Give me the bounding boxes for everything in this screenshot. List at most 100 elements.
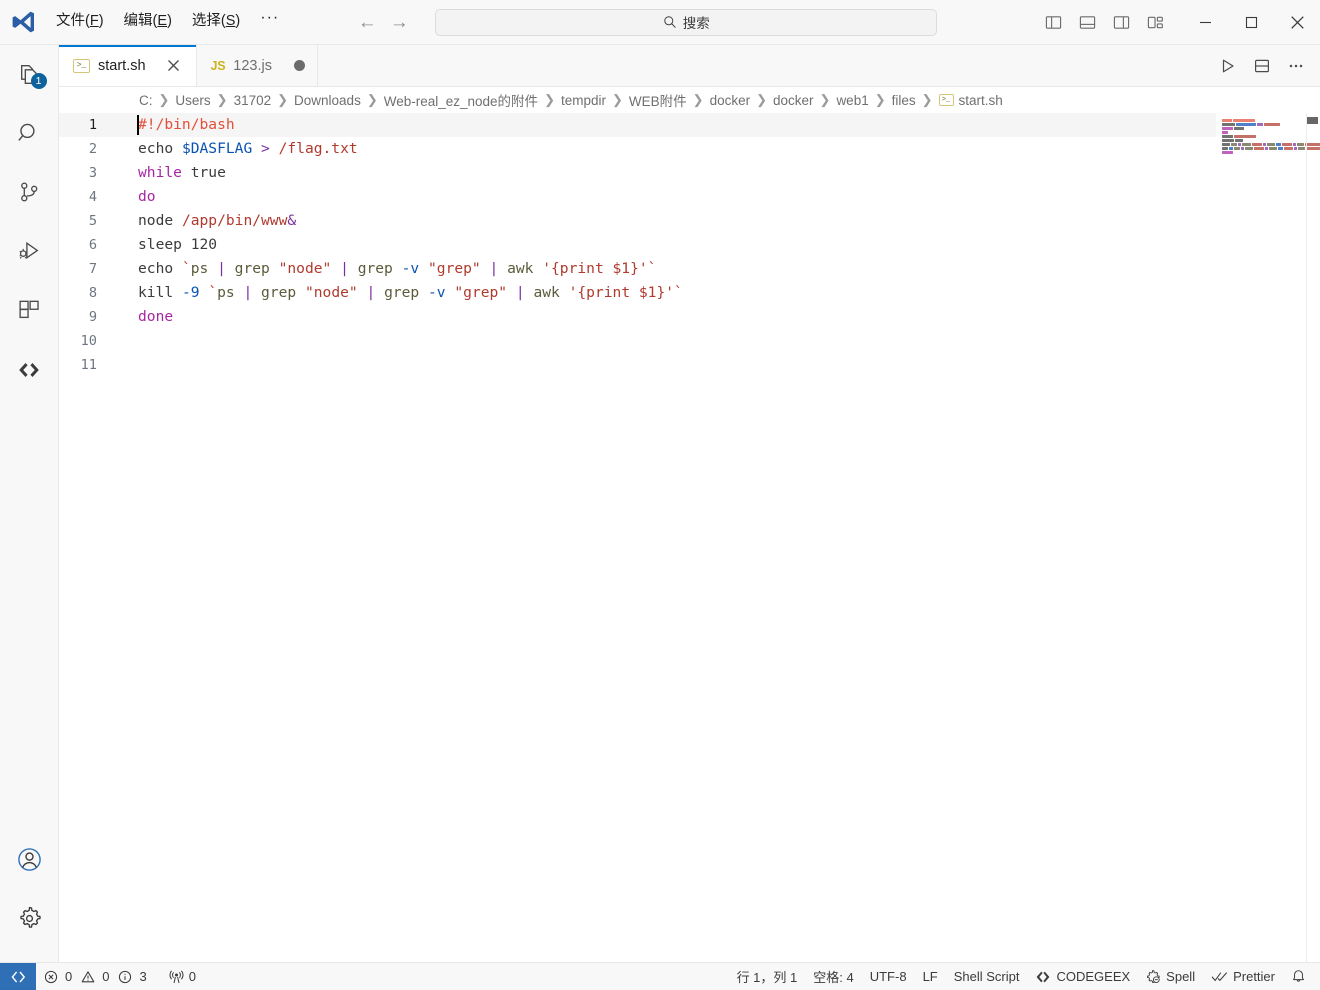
activity-explorer[interactable]: 1	[0, 45, 59, 104]
code-line[interactable]: 5 node /app/bin/www&	[59, 209, 1216, 233]
tab-123-js-dirty-indicator[interactable]	[293, 60, 305, 71]
breadcrumb-item[interactable]: docker	[772, 93, 815, 108]
minimap-token	[1297, 143, 1305, 146]
status-codegeex[interactable]: CODEGEEX	[1027, 963, 1138, 990]
toggle-primary-sidebar-icon[interactable]	[1036, 6, 1070, 39]
tab-start-sh-label: start.sh	[98, 57, 146, 74]
code-line[interactable]: 2 echo $DASFLAG > /flag.txt	[59, 137, 1216, 161]
code-line[interactable]: 3 while true	[59, 161, 1216, 185]
breadcrumb-item[interactable]: Users	[174, 93, 211, 108]
breadcrumb-item[interactable]: 31702	[233, 93, 273, 108]
remote-window-indicator[interactable]	[0, 963, 36, 990]
activity-search[interactable]	[0, 104, 59, 163]
code-token: -v	[428, 284, 446, 301]
editor-indentation[interactable]: 空格: 4	[805, 963, 861, 990]
breadcrumb-item[interactable]: files	[891, 93, 917, 108]
more-actions-button[interactable]	[1280, 50, 1312, 82]
code-token: sleep	[138, 236, 191, 253]
breadcrumb-item[interactable]: C:	[138, 93, 154, 108]
search-icon	[663, 15, 677, 29]
command-center-search[interactable]: 搜索	[435, 8, 938, 36]
activity-source-control[interactable]	[0, 163, 59, 222]
activity-extensions[interactable]	[0, 281, 59, 340]
code-token: /flag.txt	[278, 140, 358, 157]
menu-edit-mnemonic: E	[157, 13, 168, 30]
tab-start-sh[interactable]: >_ start.sh	[59, 45, 197, 86]
code-token: ps	[217, 284, 244, 301]
code-line[interactable]: 9 done	[59, 305, 1216, 329]
code-token: |	[357, 284, 385, 301]
tab-start-sh-close-icon[interactable]	[164, 56, 184, 76]
minimap[interactable]	[1216, 113, 1320, 962]
code-line[interactable]: 6 sleep 120	[59, 233, 1216, 257]
code-line[interactable]: 10	[59, 329, 1216, 353]
status-spell[interactable]: Spell	[1138, 963, 1203, 990]
line-number: 1	[88, 117, 97, 133]
code-line[interactable]: 11	[59, 353, 1216, 377]
editor-content[interactable]: 1 #!/bin/bash 2 echo $DASFLAG > /flag.txt 3 w…	[59, 113, 1320, 962]
close-button[interactable]	[1274, 0, 1320, 45]
minimap-token	[1234, 127, 1244, 130]
tab-123-js[interactable]: JS 123.js	[196, 45, 318, 86]
code-lines[interactable]: 1 #!/bin/bash 2 echo $DASFLAG > /flag.txt 3 w…	[59, 113, 1216, 962]
customize-layout-icon[interactable]	[1138, 6, 1172, 39]
editor-cursor-position[interactable]: 行 1，列 1	[729, 963, 806, 990]
editor-encoding[interactable]: UTF-8	[862, 963, 915, 990]
minimap-token	[1294, 147, 1298, 150]
code-token: "node"	[278, 260, 332, 277]
line-number: 11	[80, 357, 97, 373]
activity-run-debug[interactable]	[0, 222, 59, 281]
breadcrumb-separator-icon: ❯	[756, 92, 767, 107]
minimap-token	[1222, 147, 1229, 150]
breadcrumb-item[interactable]: tempdir	[560, 93, 607, 108]
minimap-token	[1245, 147, 1254, 150]
status-problems[interactable]: 0 0 3	[36, 963, 155, 990]
minimap-token	[1222, 139, 1234, 142]
activity-settings[interactable]	[0, 889, 59, 948]
breadcrumb-item[interactable]: Downloads	[293, 93, 362, 108]
run-code-button[interactable]	[1212, 50, 1244, 82]
vscode-window: 文件(F) 编辑(E) 选择(S) ··· ← → 搜索 1 >_ start.…	[0, 0, 1320, 990]
code-token: echo	[138, 140, 182, 157]
minimize-button[interactable]	[1182, 0, 1228, 45]
breadcrumb-item[interactable]: WEB附件	[628, 90, 688, 110]
code-token: kill	[138, 284, 182, 301]
breadcrumb-item[interactable]: Web-real_ez_node的附件	[383, 90, 539, 110]
breadcrumb-item[interactable]: web1	[835, 93, 869, 108]
code-token: #!/bin/bash	[138, 116, 235, 133]
minimap-token	[1251, 143, 1262, 146]
status-notifications[interactable]	[1283, 963, 1314, 990]
status-ports[interactable]: 0	[155, 963, 204, 990]
menu-more-button[interactable]: ···	[250, 9, 289, 35]
code-line[interactable]: 8 kill -9 `ps | grep "node" | grep -v "gr…	[59, 281, 1216, 305]
code-line[interactable]: 1 #!/bin/bash	[59, 113, 1216, 137]
line-number: 4	[88, 189, 97, 205]
code-line[interactable]: 4 do	[59, 185, 1216, 209]
maximize-button[interactable]	[1228, 0, 1274, 45]
title-bar: 文件(F) 编辑(E) 选择(S) ··· ← → 搜索	[0, 0, 1320, 45]
toggle-secondary-sidebar-icon[interactable]	[1104, 6, 1138, 39]
editor-vertical-scrollbar[interactable]	[1306, 113, 1320, 962]
editor-scrollbar-slider[interactable]	[1307, 117, 1318, 124]
code-line-text: #!/bin/bash	[117, 113, 235, 137]
menu-edit[interactable]: 编辑(E)	[114, 9, 182, 34]
go-forward-icon[interactable]: →	[389, 13, 409, 32]
split-editor-down-button[interactable]	[1246, 50, 1278, 82]
breadcrumb-separator-icon: ❯	[921, 92, 933, 107]
status-prettier[interactable]: Prettier	[1203, 963, 1283, 990]
menu-select[interactable]: 选择(S)	[182, 9, 250, 34]
go-back-icon[interactable]: ←	[357, 13, 377, 32]
menu-file[interactable]: 文件(F)	[46, 9, 114, 34]
minimap-token	[1282, 143, 1293, 146]
code-token: ps	[190, 260, 218, 277]
activity-accounts[interactable]	[0, 830, 59, 889]
toggle-panel-icon[interactable]	[1070, 6, 1104, 39]
activity-codegeex[interactable]	[0, 340, 59, 399]
code-line[interactable]: 7 echo `ps | grep "node" | grep -v "grep"…	[59, 257, 1216, 281]
breadcrumb-item[interactable]: docker	[709, 93, 752, 108]
minimap-token	[1268, 147, 1277, 150]
code-token: $DASFLAG	[181, 140, 253, 157]
breadcrumb-item-file[interactable]: >_ start.sh	[938, 93, 1004, 108]
editor-eol[interactable]: LF	[915, 963, 946, 990]
editor-language-mode[interactable]: Shell Script	[946, 963, 1028, 990]
